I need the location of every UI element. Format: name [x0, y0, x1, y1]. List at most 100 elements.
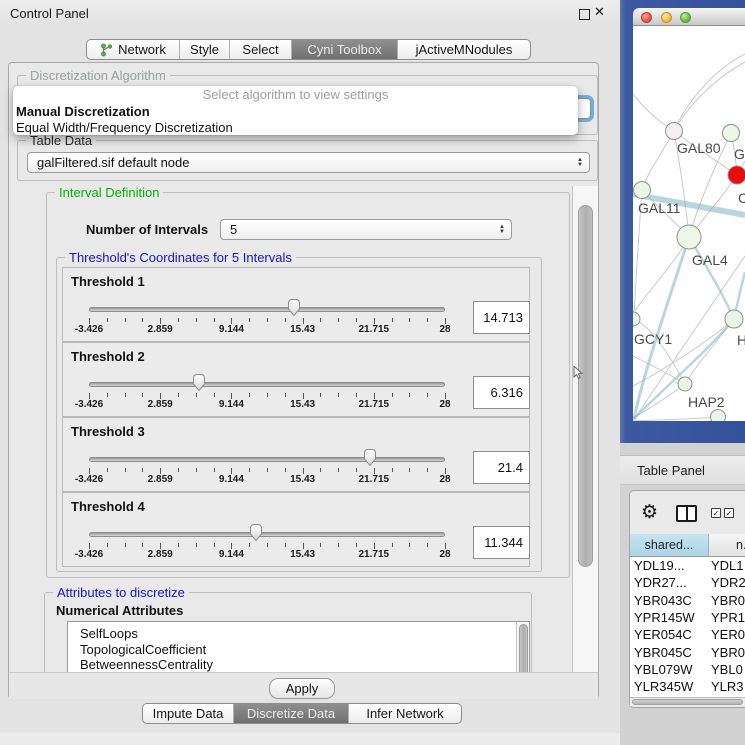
gear-icon[interactable]: ⚙: [641, 501, 658, 524]
network-edge[interactable]: [633, 417, 718, 421]
tab-jactivemnodules[interactable]: jActiveMNodules: [398, 40, 530, 59]
traffic-light-close-icon[interactable]: [641, 12, 652, 23]
slider-tick-label: -3.426: [75, 474, 103, 485]
algorithm-popup-item-manual[interactable]: Manual Discretization: [13, 103, 578, 119]
attribute-list-item[interactable]: BetweennessCentrality: [68, 657, 529, 673]
network-node-label: GAL4: [692, 252, 728, 268]
slider-tick-label: 28: [439, 324, 450, 335]
threshold-slider-track[interactable]: [89, 457, 445, 462]
panel-scrollbar[interactable]: [572, 186, 598, 672]
threshold-slider-track[interactable]: [89, 382, 445, 387]
threshold-value-field[interactable]: 6.316: [473, 376, 530, 409]
tab-cyni-toolbox[interactable]: Cyni Toolbox: [292, 40, 398, 59]
threshold-value-field[interactable]: 21.4: [473, 451, 530, 484]
network-node-label: GAL11: [638, 200, 681, 216]
network-node-gcy1[interactable]: [633, 312, 640, 326]
mouse-cursor: [573, 366, 583, 380]
network-node-hap2[interactable]: [678, 377, 692, 391]
number-of-intervals-value: 5: [230, 222, 237, 237]
table-row[interactable]: YLR345WYLR3: [630, 678, 745, 695]
close-icon[interactable]: ✕: [594, 4, 605, 20]
threshold-value-field[interactable]: 11.344: [473, 526, 530, 559]
number-of-intervals-label: Number of Intervals: [86, 222, 208, 237]
slider-tick-label: 21.715: [359, 474, 390, 485]
slider-tick-label: -3.426: [75, 549, 103, 560]
algorithm-popup: Select algorithm to view settings Manual…: [13, 86, 578, 135]
panel-scrollbar-thumb[interactable]: [578, 205, 593, 567]
tab-infer-network[interactable]: Infer Network: [349, 704, 461, 723]
table-header-name[interactable]: n...: [709, 534, 745, 557]
tab-network[interactable]: Network: [87, 40, 180, 59]
table-header-shared-name[interactable]: shared...: [630, 534, 709, 557]
network-node-label: C: [738, 190, 745, 206]
network-node[interactable]: [711, 410, 726, 422]
network-edge[interactable]: [642, 131, 674, 190]
tab-select[interactable]: Select: [230, 40, 292, 59]
slider-tick-label: 2.859: [148, 399, 173, 410]
slider-tick-label: 15.43: [290, 324, 315, 335]
number-of-intervals-combobox[interactable]: 5 ▲▼: [220, 219, 512, 240]
slider-tick-label: 2.859: [148, 324, 173, 335]
table-row[interactable]: YDL19...YDL1: [630, 557, 745, 574]
node-table[interactable]: shared... n... YDL19...YDL1YDR27...YDR2Y…: [630, 534, 745, 697]
table-row[interactable]: YBL079WYBL0: [630, 661, 745, 678]
interval-definition-group-label: Interval Definition: [55, 185, 163, 200]
network-node-h[interactable]: [725, 310, 743, 328]
attribute-list-item[interactable]: SelfLoops: [68, 626, 529, 642]
threshold-value-field[interactable]: 14.713: [473, 301, 530, 334]
network-node-gal4[interactable]: [677, 225, 701, 249]
checkbox-icon[interactable]: ✓: [711, 508, 721, 518]
apply-button[interactable]: Apply: [269, 678, 335, 699]
tab-impute-data[interactable]: Impute Data: [143, 704, 234, 723]
algorithm-popup-item-equal-width[interactable]: Equal Width/Frequency Discretization: [13, 119, 578, 135]
combo-stepper-icon: ▲▼: [577, 158, 583, 168]
network-edge[interactable]: [678, 54, 745, 122]
table-data-group-label: Table Data: [26, 133, 96, 148]
attribute-list-item[interactable]: TopologicalCoefficient: [68, 642, 529, 658]
network-node-c[interactable]: [728, 166, 745, 184]
tab-discretize-data[interactable]: Discretize Data: [234, 704, 349, 723]
columns-icon[interactable]: [676, 505, 697, 522]
network-edge[interactable]: [633, 237, 689, 314]
slider-tick-label: 21.715: [359, 399, 390, 410]
slider-thumb[interactable]: [191, 373, 207, 392]
slider-tick-label: 2.859: [148, 474, 173, 485]
slider-thumb[interactable]: [286, 298, 302, 317]
attributes-group-label: Attributes to discretize: [53, 585, 189, 600]
checkbox-icon[interactable]: ✓: [724, 508, 734, 518]
numerical-attributes-label: Numerical Attributes: [56, 603, 183, 618]
table-row[interactable]: YBR043CYBR0: [630, 592, 745, 609]
slider-tick-label: -3.426: [75, 399, 103, 410]
table-row[interactable]: YER054CYER0: [630, 626, 745, 643]
threshold-slider-track[interactable]: [89, 307, 445, 312]
network-edge[interactable]: [674, 62, 745, 131]
network-view-canvas[interactable]: GAL80GACGAL11GAL4GCY1HHAP2: [633, 26, 745, 421]
table-data-combobox[interactable]: galFiltered.sif default node ▲▼: [27, 152, 590, 173]
network-node-ga[interactable]: [723, 125, 740, 142]
network-edge-thick[interactable]: [689, 237, 734, 319]
slider-tick-label: 28: [439, 399, 450, 410]
screen: Control Panel ✕ NetworkStyleSelectCyni T…: [0, 0, 745, 745]
float-window-icon[interactable]: [579, 9, 590, 20]
network-node-gal80[interactable]: [666, 123, 683, 140]
network-node-label: HAP2: [688, 394, 725, 410]
tab-style[interactable]: Style: [180, 40, 230, 59]
control-panel-titlebar: [0, 0, 620, 26]
network-node-label: GA: [734, 146, 745, 162]
traffic-light-minimize-icon[interactable]: [661, 12, 672, 23]
table-row[interactable]: YPR145WYPR1: [630, 609, 745, 626]
slider-thumb[interactable]: [362, 448, 378, 467]
network-node-gal11[interactable]: [634, 182, 651, 199]
bottom-strip: [0, 733, 620, 745]
threshold-coordinates-group-label: Threshold's Coordinates for 5 Intervals: [65, 250, 296, 265]
traffic-light-zoom-icon[interactable]: [680, 12, 691, 23]
control-panel-title: Control Panel: [10, 6, 89, 21]
slider-tick-label: 9.144: [219, 474, 244, 485]
table-row[interactable]: YDR27...YDR2: [630, 574, 745, 591]
threshold-slider-track[interactable]: [89, 532, 445, 537]
threshold-label: Threshold 3: [71, 424, 145, 439]
table-hscrollbar-thumb[interactable]: [632, 699, 743, 705]
table-row[interactable]: YBR045CYBR0: [630, 643, 745, 660]
slider-thumb[interactable]: [248, 523, 264, 542]
network-window-titlebar[interactable]: [633, 8, 745, 26]
